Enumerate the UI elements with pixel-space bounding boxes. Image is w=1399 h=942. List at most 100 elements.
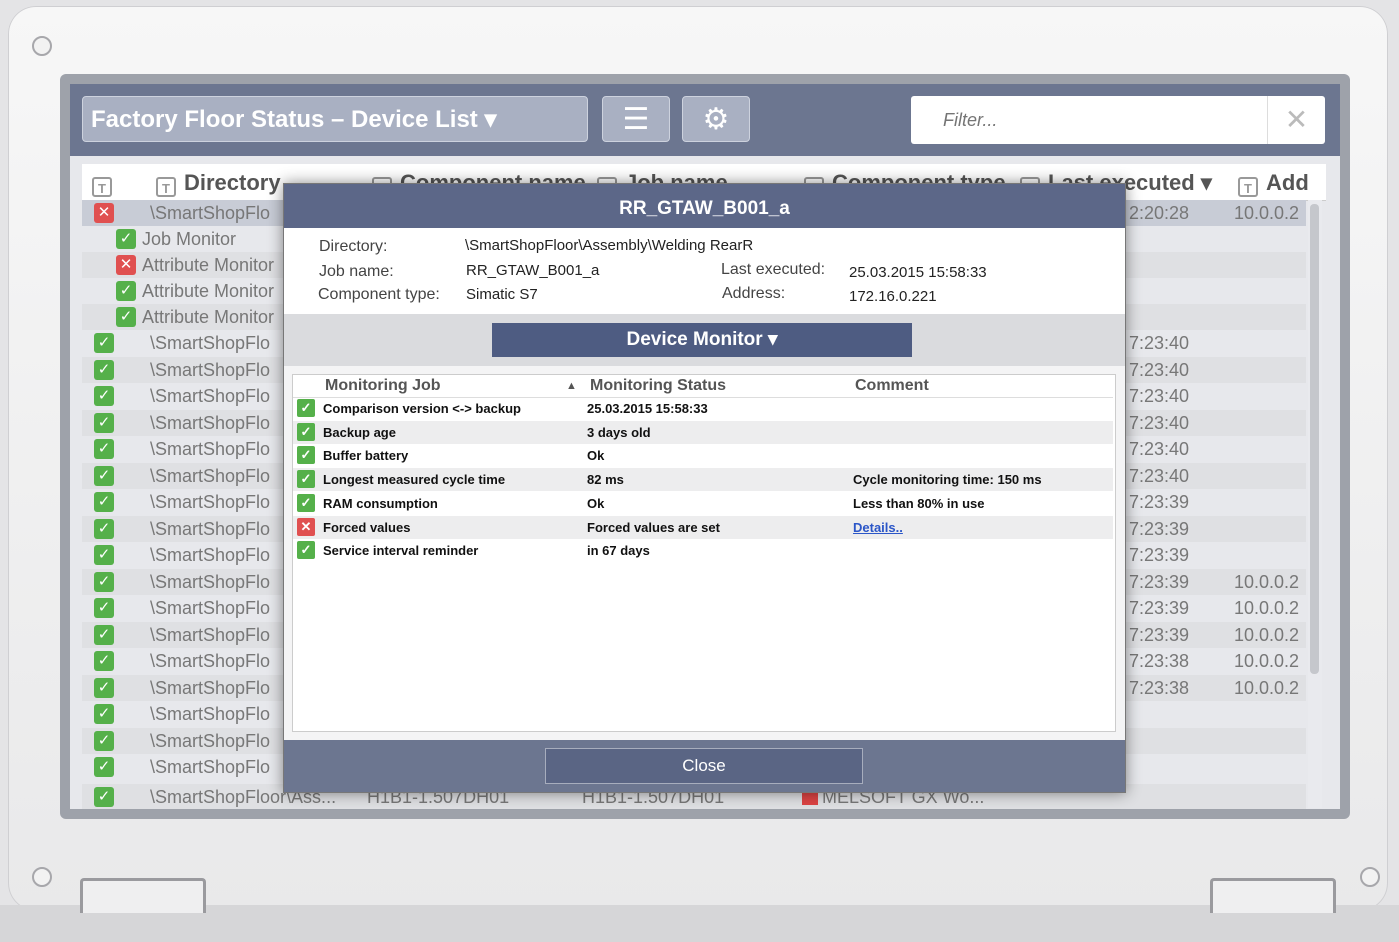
col-monitoring-status[interactable]: Monitoring Status [590, 375, 726, 397]
device-monitor-dropdown[interactable]: Device Monitor ▾ [492, 323, 912, 357]
executed-value: 25.03.2015 15:58:33 [849, 264, 987, 281]
ok-icon: ✓ [94, 677, 114, 698]
ok-icon: ✓ [297, 541, 315, 560]
time-cell: 7:23:40 [1129, 465, 1190, 486]
directory-cell: \SmartShopFlo [150, 757, 271, 777]
top-bar: Factory Floor Status – Device List ▾ ☰ ⚙… [70, 84, 1340, 156]
close-button[interactable]: Close [545, 748, 863, 784]
monitoring-row[interactable]: ✓ Comparison version <-> backup 25.03.2015… [293, 397, 1113, 420]
ok-icon: ✓ [94, 598, 114, 618]
directory-cell: \SmartShopFlo [150, 439, 271, 459]
directory-cell: \SmartShopFlo [150, 203, 271, 223]
settings-button[interactable]: ⚙ [682, 96, 750, 142]
time-cell: 7:23:40 [1129, 386, 1190, 406]
child-row-label: Attribute Monitor [142, 307, 275, 327]
ok-icon: ✓ [116, 281, 136, 301]
job-value: RR_GTAW_B001_a [466, 262, 600, 279]
ok-icon: ✓ [94, 465, 114, 486]
menu-button[interactable]: ☰ [602, 96, 670, 142]
clear-filter-button[interactable]: ✕ [1267, 96, 1325, 144]
directory-cell: \SmartShopFlo [150, 386, 271, 406]
monitoring-row[interactable]: ✓ Backup age 3 days old [293, 420, 1113, 444]
job-cell: Backup age [323, 424, 396, 440]
directory-cell: \SmartShopFlo [150, 730, 271, 751]
error-icon: ✕ [116, 255, 136, 275]
dialog-footer: Close [284, 740, 1125, 792]
col-directory[interactable]: T Directory [156, 170, 281, 197]
row-filter-icon[interactable]: T [92, 170, 120, 197]
ok-icon: ✓ [94, 518, 114, 539]
address-label: Address: [722, 285, 786, 302]
time-cell: 7:23:40 [1129, 412, 1190, 433]
device-info: Directory: \SmartShopFloor\Assembly\Weld… [284, 228, 1125, 314]
ok-icon: ✓ [94, 651, 114, 671]
screw-bottom-left [32, 867, 52, 887]
ok-icon: ✓ [94, 787, 114, 807]
filter-input[interactable] [911, 96, 1267, 144]
address-cell: 10.0.0.2 [1234, 677, 1300, 698]
sort-asc-icon[interactable]: ▲ [566, 375, 577, 397]
child-row-label: Attribute Monitor [142, 255, 275, 275]
time-cell: 7:23:39 [1129, 598, 1190, 618]
directory-cell: \SmartShopFlo [150, 412, 271, 433]
status-cell: in 67 days [587, 543, 650, 559]
hamburger-icon: ☰ [622, 103, 650, 136]
directory-cell: \SmartShopFlo [150, 704, 271, 724]
screw-bottom-right [1360, 867, 1380, 887]
child-row-label: Attribute Monitor [142, 281, 275, 301]
col-address[interactable]: T Add [1238, 170, 1309, 197]
ok-icon: ✓ [94, 386, 114, 406]
status-cell: Ok [587, 448, 605, 464]
view-title-dropdown[interactable]: Factory Floor Status – Device List ▾ [82, 96, 588, 142]
job-label: Job name: [319, 263, 394, 280]
comment-cell: Cycle monitoring time: 150 ms [853, 472, 1042, 488]
monitoring-row[interactable]: ✓ Buffer battery Ok [293, 444, 1113, 467]
address-cell: 10.0.0.2 [1234, 571, 1300, 592]
comment-cell: Less than 80% in use [853, 495, 985, 511]
job-cell: Service interval reminder [323, 543, 479, 559]
time-cell: 7:23:40 [1129, 333, 1190, 353]
directory-cell: \SmartShopFlo [150, 359, 271, 380]
directory-cell: \SmartShopFlo [150, 571, 271, 592]
ok-icon: ✓ [116, 307, 136, 327]
col-monitoring-job[interactable]: Monitoring Job [325, 375, 441, 397]
time-cell: 7:23:38 [1129, 677, 1190, 698]
ok-icon: ✓ [94, 359, 114, 380]
monitoring-row[interactable]: ✓ RAM consumption Ok Less than 80% in use [293, 492, 1113, 515]
monitoring-row[interactable]: ✕ Forced values Forced values are set Detai… [293, 515, 1113, 539]
time-cell: 7:23:39 [1129, 624, 1190, 645]
ok-icon: ✓ [297, 399, 315, 417]
executed-label: Last executed: [721, 261, 826, 278]
ok-icon: ✓ [297, 446, 315, 465]
ok-icon: ✓ [297, 470, 315, 489]
monitoring-row[interactable]: ✓ Longest measured cycle time 82 ms Cycle m… [293, 468, 1113, 492]
scroll-thumb[interactable] [1310, 204, 1319, 674]
ok-icon: ✓ [297, 493, 315, 512]
monitoring-row[interactable]: ✓ Service interval reminder in 67 days [293, 539, 1113, 562]
directory-label: Directory: [319, 238, 388, 255]
filter-icon: T [1238, 177, 1258, 197]
address-cell: 10.0.0.2 [1234, 624, 1300, 645]
monitor-bar: Device Monitor ▾ [284, 314, 1125, 366]
directory-cell: \SmartShopFlo [150, 598, 271, 618]
ok-icon: ✓ [94, 571, 114, 592]
monitoring-table: Monitoring Job ▲ Monitoring Status Comme… [292, 374, 1116, 732]
status-cell: 25.03.2015 15:58:33 [587, 401, 708, 416]
time-cell: 7:23:39 [1129, 571, 1190, 592]
vertical-scrollbar[interactable] [1308, 200, 1322, 808]
directory-cell: \SmartShopFlo [150, 518, 271, 539]
laptop-base [0, 905, 1399, 942]
details-link[interactable]: Details.. [853, 520, 903, 535]
time-cell: 7:23:39 [1129, 545, 1190, 565]
hinge-left [80, 878, 206, 913]
error-icon: ✕ [94, 203, 114, 223]
directory-cell: \SmartShopFlo [150, 465, 271, 486]
directory-cell: \SmartShopFlo [150, 651, 271, 671]
col-comment[interactable]: Comment [855, 375, 929, 397]
status-cell: Ok [587, 495, 605, 511]
device-detail-dialog: RR_GTAW_B001_a Directory: \SmartShopFloo… [283, 183, 1126, 793]
ok-icon: ✓ [116, 229, 136, 249]
address-cell: 10.0.0.2 [1234, 651, 1300, 671]
job-cell: RAM consumption [323, 495, 438, 511]
status-cell: 82 ms [587, 472, 624, 488]
